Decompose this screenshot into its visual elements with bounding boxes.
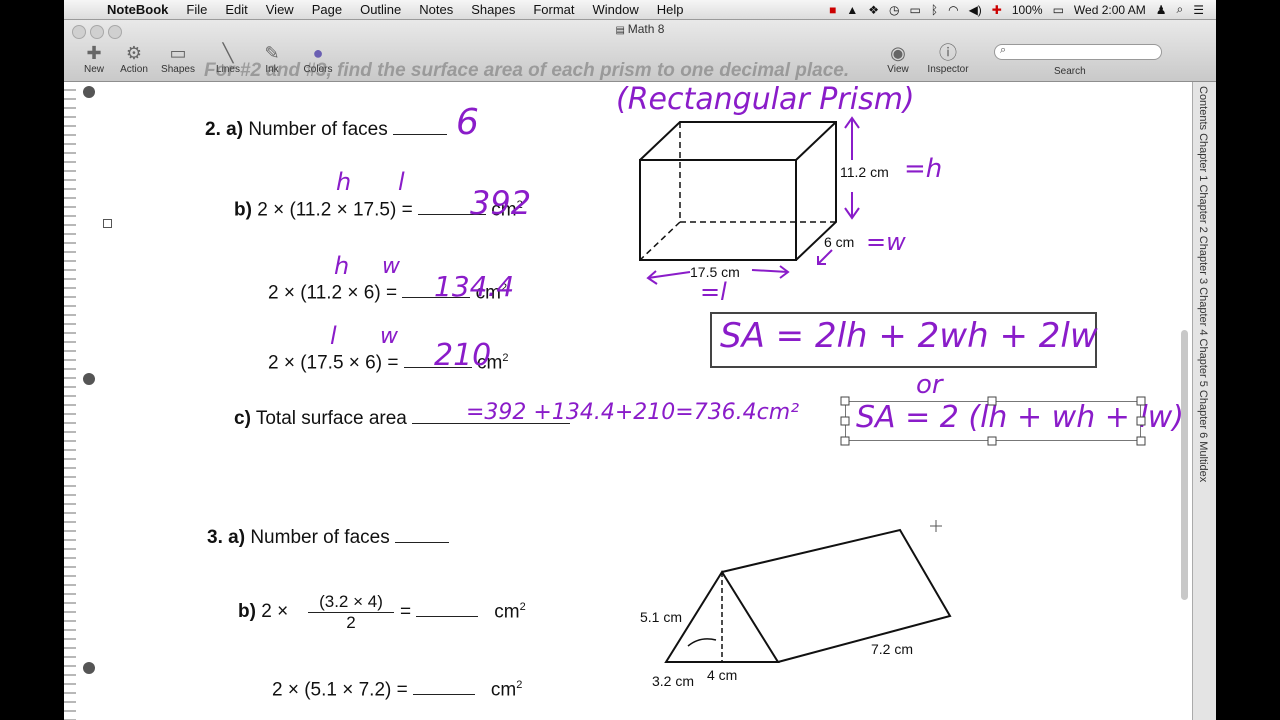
rectangular-prism — [639, 121, 837, 261]
prism1-back-edges — [639, 121, 837, 261]
prism-drawings — [639, 116, 1146, 663]
prism1-hidden-edges — [639, 122, 836, 261]
prism2-back-edges — [721, 528, 952, 663]
triangular-prism — [664, 528, 952, 663]
prism1-front-face — [639, 159, 797, 261]
prism1-top-edge — [795, 121, 837, 161]
selection-handles[interactable] — [840, 396, 1146, 446]
prism2-angle-arrow — [687, 638, 717, 647]
cursor-crosshair — [930, 520, 942, 532]
